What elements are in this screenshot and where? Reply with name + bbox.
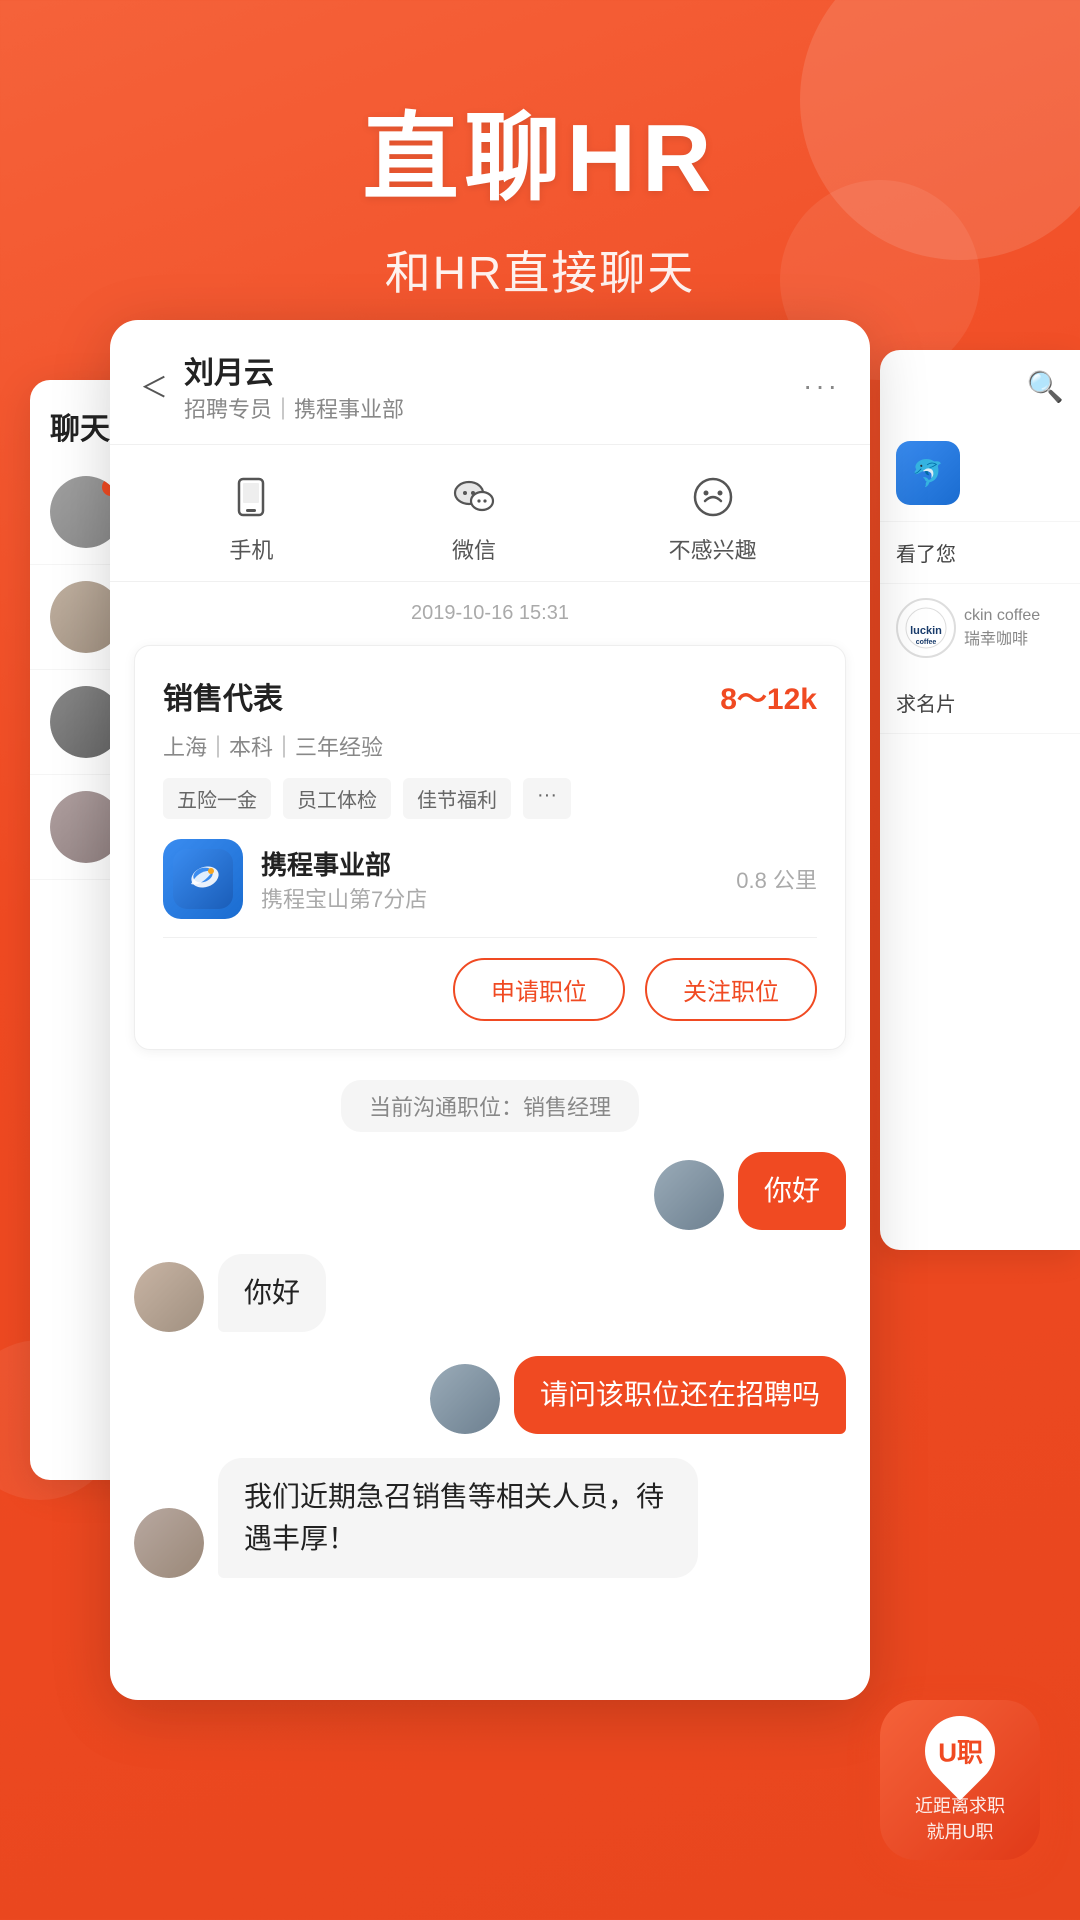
wechat-icon <box>446 469 502 525</box>
tab-phone-label: 手机 <box>229 533 273 565</box>
tab-phone[interactable]: 手机 <box>223 469 279 565</box>
apply-position-button[interactable]: 申请职位 <box>453 958 625 1021</box>
follow-position-button[interactable]: 关注职位 <box>645 958 817 1021</box>
dislike-icon <box>685 469 741 525</box>
right-company-logo: 🐬 <box>896 441 960 505</box>
hero-section: 直聊HR 和HR直接聊天 <box>0 0 1080 303</box>
bubble-incoming-1: 你好 <box>218 1254 326 1332</box>
header-info: 刘月云 招聘专员｜携程事业部 <box>184 348 803 424</box>
svg-text:coffee: coffee <box>916 639 937 646</box>
right-looked-text: 看了您 <box>896 538 1064 567</box>
tab-dislike[interactable]: 不感兴趣 <box>669 469 757 565</box>
action-tabs: 手机 微信 <box>110 445 870 582</box>
coffee-text: ckin coffee瑞幸咖啡 <box>964 607 1040 649</box>
company-name: 携程事业部 <box>261 845 718 882</box>
chat-timestamp: 2019-10-16 15:31 <box>110 582 870 635</box>
message-row-3: 请问该职位还在招聘吗 <box>134 1356 846 1434</box>
uzhi-logo[interactable]: U职 近距离求职 就用U职 <box>880 1700 1040 1860</box>
right-side-card: 🔍 🐬 看了您 luckin coffee ckin coffee瑞幸咖啡 求名… <box>880 350 1080 1250</box>
job-title: 销售代表 <box>163 674 283 718</box>
company-info: 携程事业部 携程宝山第7分店 <box>261 845 718 914</box>
bubble-incoming-2: 我们近期急召销售等相关人员，待遇丰厚！ <box>218 1458 698 1578</box>
company-branch: 携程宝山第7分店 <box>261 882 718 914</box>
coffee-logo-area: luckin coffee ckin coffee瑞幸咖啡 <box>880 584 1080 672</box>
hero-title: 直聊HR <box>0 80 1080 219</box>
job-tag-3: 佳节福利 <box>403 778 511 819</box>
back-button[interactable]: ＜ <box>140 366 168 406</box>
bubble-outgoing-2: 请问该职位还在招聘吗 <box>514 1356 846 1434</box>
current-position-notice: 当前沟通职位：销售经理 <box>134 1080 846 1132</box>
right-search-area: 🔍 <box>880 350 1080 425</box>
company-logo <box>163 839 243 919</box>
message-row-1: 你好 <box>134 1152 846 1230</box>
message-row-4: 我们近期急召销售等相关人员，待遇丰厚！ <box>134 1458 846 1578</box>
svg-text:luckin: luckin <box>910 625 942 637</box>
phone-icon <box>223 469 279 525</box>
right-card-item: 求名片 <box>880 672 1080 734</box>
hero-subtitle: 和HR直接聊天 <box>0 237 1080 303</box>
chat-header: ＜ 刘月云 招聘专员｜携程事业部 ··· <box>110 320 870 445</box>
right-card-text: 求名片 <box>896 688 1064 717</box>
job-details: 上海｜本科｜三年经验 <box>163 730 817 762</box>
job-tags: 五险一金 员工体检 佳节福利 ··· <box>163 778 817 819</box>
uzhi-logo-inner: U职 近距离求职 就用U职 <box>880 1700 1040 1860</box>
chat-messages: 销售代表 8～12k 上海｜本科｜三年经验 五险一金 员工体检 佳节福利 ··· <box>110 635 870 1700</box>
company-distance: 0.8 公里 <box>736 863 817 895</box>
tab-wechat-label: 微信 <box>452 533 496 565</box>
job-tag-1: 五险一金 <box>163 778 271 819</box>
bubble-outgoing-1: 你好 <box>738 1152 846 1230</box>
job-actions: 申请职位 关注职位 <box>163 958 817 1021</box>
coffee-logo-circle: luckin coffee <box>896 598 956 658</box>
msg-avatar-3 <box>430 1364 500 1434</box>
msg-avatar-1 <box>654 1160 724 1230</box>
job-tag-2: 员工体检 <box>283 778 391 819</box>
right-company-item: 🐬 <box>880 425 1080 522</box>
uzhi-tagline2: 就用U职 <box>927 1818 994 1844</box>
current-position-badge: 当前沟通职位：销售经理 <box>341 1080 639 1132</box>
job-title-row: 销售代表 8～12k <box>163 674 817 718</box>
msg-avatar-4 <box>134 1508 204 1578</box>
tab-dislike-label: 不感兴趣 <box>669 533 757 565</box>
right-looked-item: 看了您 <box>880 522 1080 584</box>
job-salary: 8～12k <box>720 674 817 718</box>
job-company-row: 携程事业部 携程宝山第7分店 0.8 公里 <box>163 839 817 938</box>
cards-container: 聊天 🔍 🐬 <box>0 320 1080 1920</box>
job-card: 销售代表 8～12k 上海｜本科｜三年经验 五险一金 员工体检 佳节福利 ··· <box>134 645 846 1050</box>
message-row-2: 你好 <box>134 1254 846 1332</box>
tab-wechat[interactable]: 微信 <box>446 469 502 565</box>
search-icon[interactable]: 🔍 <box>1027 370 1064 405</box>
more-options-button[interactable]: ··· <box>803 370 840 402</box>
header-name: 刘月云 <box>184 348 803 392</box>
job-tag-more: ··· <box>523 778 571 819</box>
header-role: 招聘专员｜携程事业部 <box>184 392 803 424</box>
msg-avatar-2 <box>134 1262 204 1332</box>
main-chat-card: ＜ 刘月云 招聘专员｜携程事业部 ··· 手机 <box>110 320 870 1700</box>
